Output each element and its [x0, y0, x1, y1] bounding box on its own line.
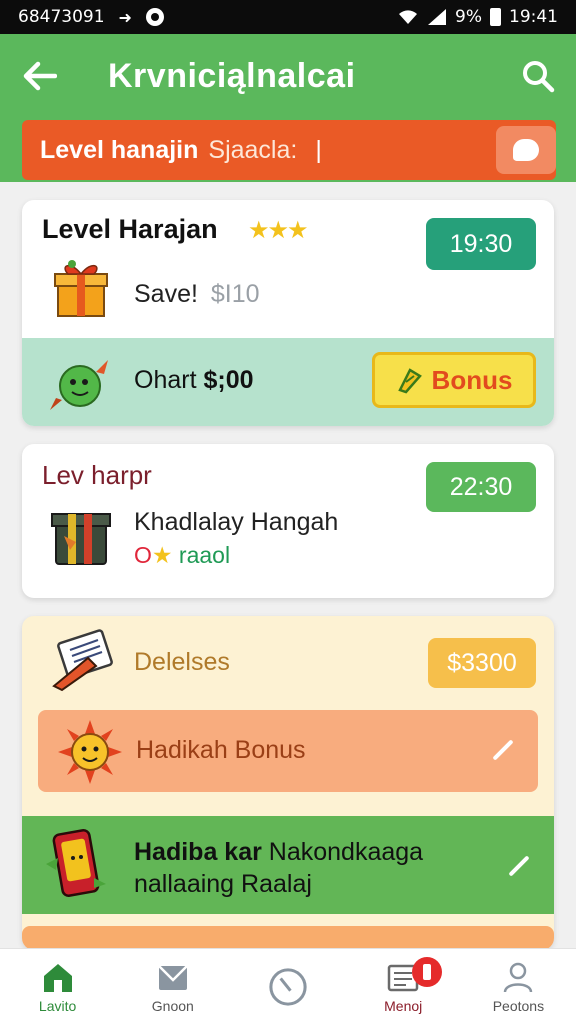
- search-icon: [523, 61, 555, 93]
- nav-profile-label: Peotons: [492, 997, 545, 1014]
- nav-timer[interactable]: [230, 949, 345, 1024]
- notification-icon: [145, 8, 164, 26]
- bonus-row-label: Ohart: [134, 366, 197, 394]
- banner-input-value[interactable]: Sjaacla:: [208, 136, 297, 165]
- bonus-row[interactable]: Ohart $;00 Bonus: [22, 338, 554, 426]
- chat-bubble-icon: [513, 139, 539, 161]
- save-label: Save!: [134, 280, 198, 308]
- status-star-icon: ★: [151, 542, 173, 568]
- reward-item-title-bold: Hadiba kar: [134, 838, 262, 866]
- ticket-icon: [397, 368, 422, 394]
- player-name: Khadlalay Hangah: [134, 508, 339, 536]
- time-badge[interactable]: 22:30: [426, 462, 536, 512]
- status-o: O: [134, 542, 152, 568]
- bottom-navigation: Lavito Gnoon Menoj Peotons: [0, 948, 576, 1024]
- app-bar: Krvniciąlnalcai: [0, 34, 576, 118]
- nav-home-label: Lavito: [38, 997, 77, 1014]
- edit-slash-icon[interactable]: [492, 739, 514, 761]
- nav-profile[interactable]: Peotons: [461, 949, 576, 1024]
- reward-item-title: Hadiba kar Nakondkaaga: [134, 838, 423, 867]
- bonus-list-item[interactable]: Hadikah Bonus: [38, 710, 538, 792]
- reward-list-item[interactable]: Hadiba kar Nakondkaaga nallaaing Raalaj: [22, 816, 554, 914]
- sun-mascot-icon: [58, 720, 122, 784]
- page-title: Krvniciąlnalcai: [108, 56, 356, 95]
- mail-icon: [157, 964, 188, 990]
- phone-mascot-icon: [46, 829, 106, 897]
- gift-box-icon: [54, 260, 108, 317]
- edit-slash-icon[interactable]: [508, 855, 530, 877]
- nav-home[interactable]: Lavito: [0, 949, 115, 1024]
- clock-text: 19:41: [509, 7, 558, 27]
- status-text: raaol: [178, 542, 231, 568]
- chat-button[interactable]: [496, 126, 556, 174]
- partial-list-item[interactable]: [22, 926, 554, 950]
- fruit-mascot-icon: [50, 360, 108, 410]
- person-icon: [504, 962, 533, 992]
- rating-stars: ★★★: [248, 217, 309, 244]
- deals-header[interactable]: Delelses $3300: [22, 616, 554, 706]
- signal-icon: [428, 9, 447, 25]
- send-icon: ➜: [118, 7, 132, 27]
- level-card-1[interactable]: Level Harajan ★★★ 19:30 Save! $I10 Ohart…: [22, 200, 554, 426]
- nav-mail[interactable]: Gnoon: [115, 949, 230, 1024]
- search-button[interactable]: [520, 58, 556, 94]
- back-button[interactable]: [0, 34, 80, 118]
- save-amount: $I10: [210, 280, 260, 308]
- save-row: Save! $I10: [134, 280, 260, 309]
- reward-item-title-rest: Nakondkaaga: [261, 838, 424, 866]
- bonus-item-label: Hadikah Bonus: [136, 736, 306, 764]
- reward-item-subtitle: nallaaing Raalaj: [134, 870, 312, 898]
- status-line: O★ raaol: [134, 542, 230, 569]
- carrier-text: 68473091: [18, 7, 105, 27]
- deals-label: Delelses: [134, 648, 230, 676]
- battery-icon: [490, 8, 501, 26]
- banner-label: Level hanajin: [40, 135, 199, 164]
- level-card-2[interactable]: Lev harpr 22:30 Khadlalay Hangah O★ raao…: [22, 444, 554, 598]
- nav-menu[interactable]: Menoj: [346, 949, 461, 1024]
- bonus-button[interactable]: Bonus: [372, 352, 536, 408]
- nav-mail-label: Gnoon: [151, 997, 194, 1014]
- home-icon: [43, 963, 72, 992]
- bonus-button-label: Bonus: [431, 364, 513, 395]
- price-badge[interactable]: $3300: [428, 638, 536, 688]
- text-cursor: |: [315, 135, 322, 164]
- card-title: Lev harpr: [42, 460, 152, 490]
- card-title: Level Harajan: [42, 214, 218, 244]
- status-bar: 68473091 ➜ 9% 19:41: [0, 0, 576, 34]
- bonus-row-text: Ohart $;00: [134, 366, 254, 395]
- notification-badge: [411, 957, 442, 987]
- clock-icon: [269, 967, 307, 1006]
- time-badge[interactable]: 19:30: [426, 218, 536, 270]
- treasure-box-icon: [51, 513, 111, 565]
- wifi-icon: [399, 10, 418, 24]
- deals-card[interactable]: Delelses $3300 Hadikah Bonus Hadiba kar …: [22, 616, 554, 950]
- notepad-pencil-icon: [52, 629, 113, 692]
- nav-menu-label: Menoj: [384, 997, 423, 1014]
- battery-percent: 9%: [455, 7, 482, 27]
- level-search-banner[interactable]: Level hanajin Sjaacla: |: [22, 120, 556, 180]
- back-arrow-icon: [23, 61, 57, 91]
- bonus-row-amount: $;00: [203, 366, 254, 394]
